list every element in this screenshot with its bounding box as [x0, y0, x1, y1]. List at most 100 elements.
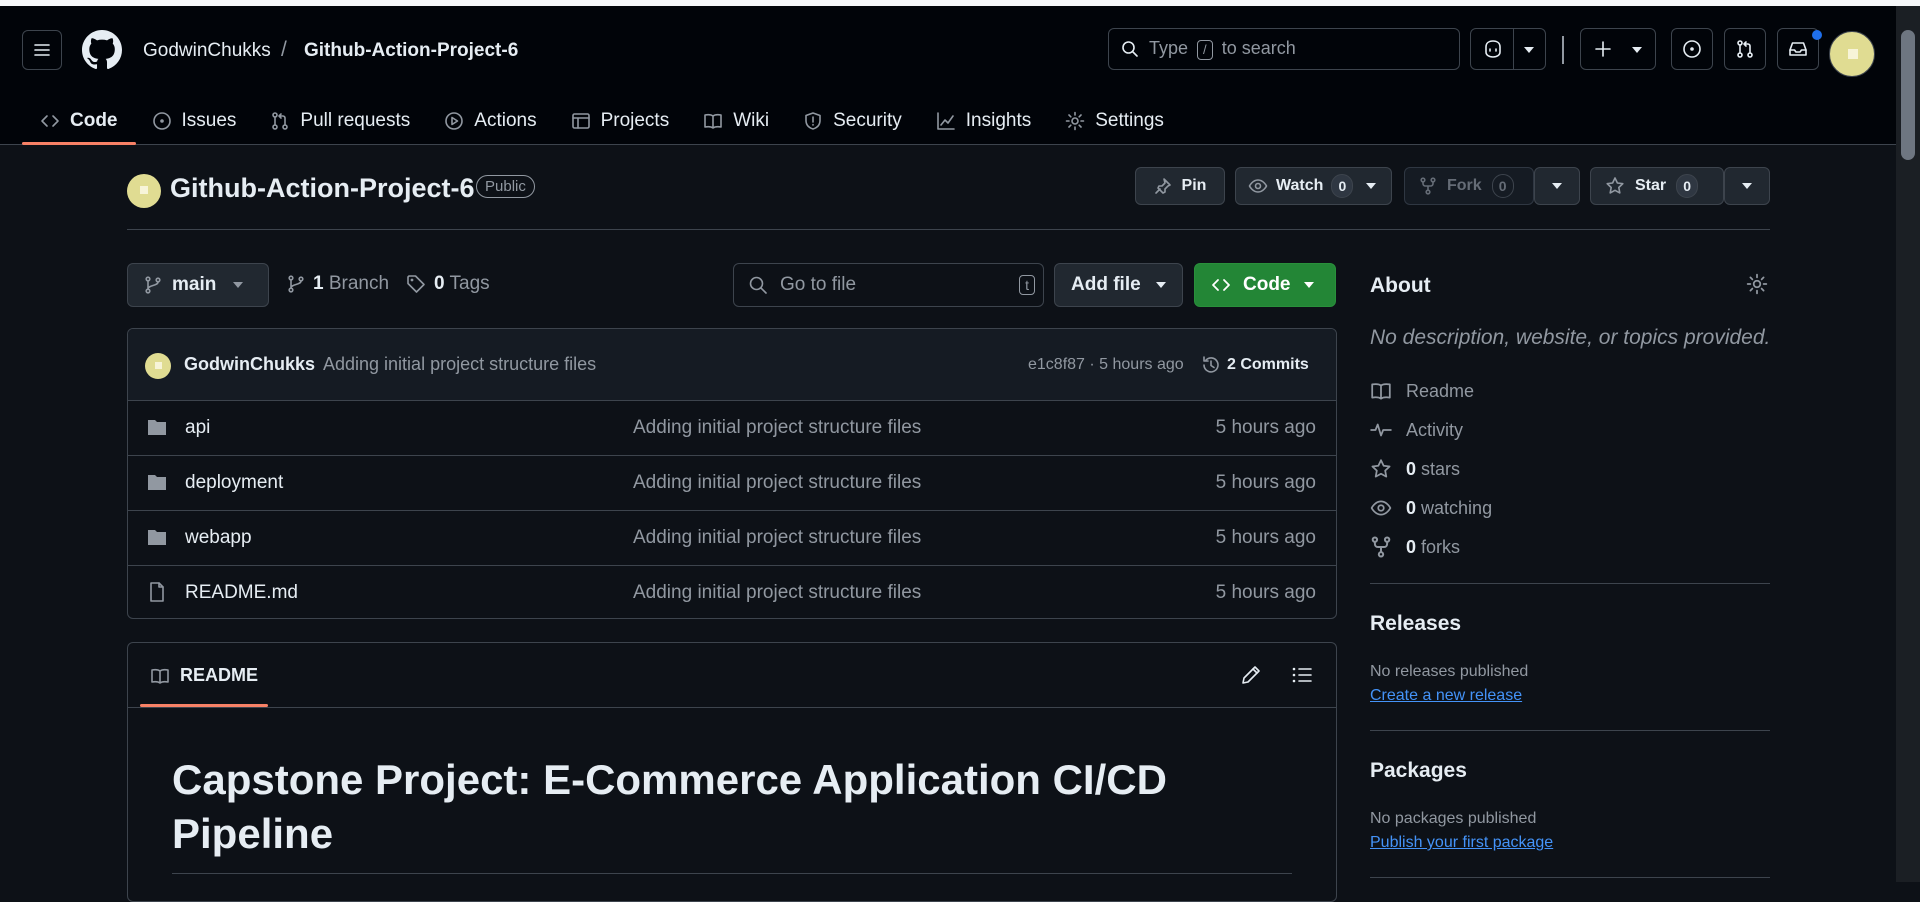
sidebar-divider	[1370, 730, 1770, 731]
list-unordered-icon[interactable]	[1291, 664, 1313, 686]
file-name[interactable]: README.md	[185, 582, 298, 604]
commit-hash-time[interactable]: e1c8f87 · 5 hours ago	[1028, 356, 1184, 374]
page-scrollbar[interactable]	[1896, 6, 1920, 882]
create-release-link[interactable]: Create a new release	[1370, 687, 1522, 705]
branch-selector[interactable]: main	[127, 263, 269, 307]
repo-link[interactable]: Github-Action-Project-6	[304, 40, 518, 62]
readme-link[interactable]: Readme	[1370, 380, 1474, 402]
star-lists-button[interactable]	[1724, 167, 1770, 205]
file-row[interactable]: api Adding initial project structure fil…	[128, 401, 1336, 456]
tag-icon	[407, 275, 425, 293]
file-updated-time: 5 hours ago	[1215, 472, 1316, 493]
gear-icon[interactable]	[1746, 273, 1768, 295]
tab-security[interactable]: Security	[793, 98, 912, 144]
tab-insights[interactable]: Insights	[926, 98, 1041, 144]
branch-name: main	[172, 274, 217, 295]
tab-security-label: Security	[833, 110, 902, 131]
latest-commit-row: GodwinChukks Adding initial project stru…	[128, 329, 1336, 401]
star-icon	[1371, 459, 1391, 478]
fork-count: 0	[1491, 174, 1514, 198]
create-new-button[interactable]	[1580, 28, 1656, 70]
tags-link[interactable]: 0 Tags	[406, 273, 490, 295]
activity-link-label: Activity	[1406, 419, 1464, 440]
scrollbar-thumb[interactable]	[1901, 30, 1915, 160]
gear-icon	[1065, 111, 1085, 131]
fork-options-button[interactable]	[1534, 167, 1580, 205]
forks-link[interactable]: 0 forks	[1370, 536, 1460, 558]
watch-button[interactable]: Watch 0	[1235, 167, 1392, 205]
your-issues-button[interactable]	[1671, 28, 1713, 70]
repo-title[interactable]: Github-Action-Project-6	[170, 173, 475, 204]
issue-opened-icon	[1683, 40, 1701, 58]
repo-nav: Code Issues Pull requests Actions Projec…	[22, 98, 1188, 145]
owner-link[interactable]: GodwinChukks	[143, 40, 271, 62]
tab-projects[interactable]: Projects	[561, 98, 680, 144]
tab-actions[interactable]: Actions	[434, 98, 546, 144]
chevron-down-icon	[233, 282, 244, 288]
tab-settings[interactable]: Settings	[1055, 98, 1174, 144]
star-button[interactable]: Star 0	[1590, 167, 1724, 205]
repo-forked-icon	[1420, 177, 1436, 195]
pin-button[interactable]: Pin	[1135, 167, 1225, 205]
file-row[interactable]: webapp Adding initial project structure …	[128, 511, 1336, 566]
plus-icon	[1595, 41, 1611, 57]
fork-label: Fork	[1447, 177, 1482, 194]
file-commit-message[interactable]: Adding initial project structure files	[633, 417, 921, 439]
code-button[interactable]: Code	[1194, 263, 1336, 307]
readme-tab[interactable]: README	[150, 665, 258, 686]
play-icon	[445, 112, 464, 130]
tab-wiki[interactable]: Wiki	[693, 98, 779, 144]
git-branch-icon	[145, 276, 161, 294]
graph-icon	[936, 112, 955, 130]
watching-count: 0	[1406, 497, 1417, 518]
tab-pull-requests[interactable]: Pull requests	[260, 98, 420, 144]
your-pull-requests-button[interactable]	[1724, 28, 1766, 70]
repo-header-divider	[127, 229, 1770, 230]
stars-link[interactable]: 0 stars	[1370, 458, 1460, 480]
commit-author-avatar[interactable]	[145, 353, 171, 379]
file-row[interactable]: README.md Adding initial project structu…	[128, 566, 1336, 618]
forks-count: 0	[1406, 536, 1417, 557]
git-pull-request-icon	[1737, 40, 1753, 58]
readme-heading: Capstone Project: E-Commerce Application…	[172, 756, 1167, 857]
pencil-icon[interactable]	[1240, 664, 1262, 686]
publish-package-link[interactable]: Publish your first package	[1370, 834, 1553, 852]
activity-link[interactable]: Activity	[1370, 419, 1463, 441]
user-avatar[interactable]	[1829, 31, 1875, 77]
file-name[interactable]: api	[185, 417, 210, 439]
tab-issues[interactable]: Issues	[142, 98, 247, 144]
file-commit-message[interactable]: Adding initial project structure files	[633, 527, 921, 549]
file-name[interactable]: deployment	[185, 472, 283, 494]
star-count: 0	[1676, 174, 1699, 198]
breadcrumb-separator: /	[281, 38, 287, 61]
file-icon	[150, 582, 164, 602]
add-file-button[interactable]: Add file	[1054, 263, 1183, 307]
forks-label: forks	[1421, 536, 1461, 557]
global-header: GodwinChukks / Github-Action-Project-6 T…	[0, 6, 1896, 145]
chevron-down-icon	[1742, 183, 1752, 189]
go-to-file-input[interactable]: Go to file t	[733, 263, 1044, 307]
commit-message[interactable]: Adding initial project structure files	[323, 354, 596, 375]
go-to-file-shortcut: t	[1019, 275, 1035, 295]
file-commit-message[interactable]: Adding initial project structure files	[633, 582, 921, 604]
search-input[interactable]: Type / to search	[1108, 28, 1460, 70]
fork-button[interactable]: Fork 0	[1404, 167, 1534, 205]
stars-count: 0	[1406, 458, 1417, 479]
copilot-icon	[1485, 40, 1501, 58]
github-logo-icon[interactable]	[82, 30, 122, 70]
packages-title[interactable]: Packages	[1370, 759, 1467, 783]
file-row[interactable]: deployment Adding initial project struct…	[128, 456, 1336, 511]
watching-link[interactable]: 0 watching	[1370, 497, 1492, 519]
file-commit-message[interactable]: Adding initial project structure files	[633, 472, 921, 494]
commits-link[interactable]: 2 Commits	[1201, 355, 1309, 375]
file-name[interactable]: webapp	[185, 527, 252, 549]
tab-code[interactable]: Code	[22, 98, 135, 145]
releases-title[interactable]: Releases	[1370, 612, 1461, 636]
menu-button[interactable]	[22, 30, 62, 70]
readme-link-label: Readme	[1406, 380, 1475, 401]
book-icon	[151, 668, 169, 684]
search-placeholder: Type / to search	[1149, 38, 1296, 60]
copilot-button[interactable]	[1470, 28, 1546, 70]
branches-link[interactable]: 1 Branch	[287, 273, 389, 295]
commit-author[interactable]: GodwinChukks	[184, 354, 315, 375]
